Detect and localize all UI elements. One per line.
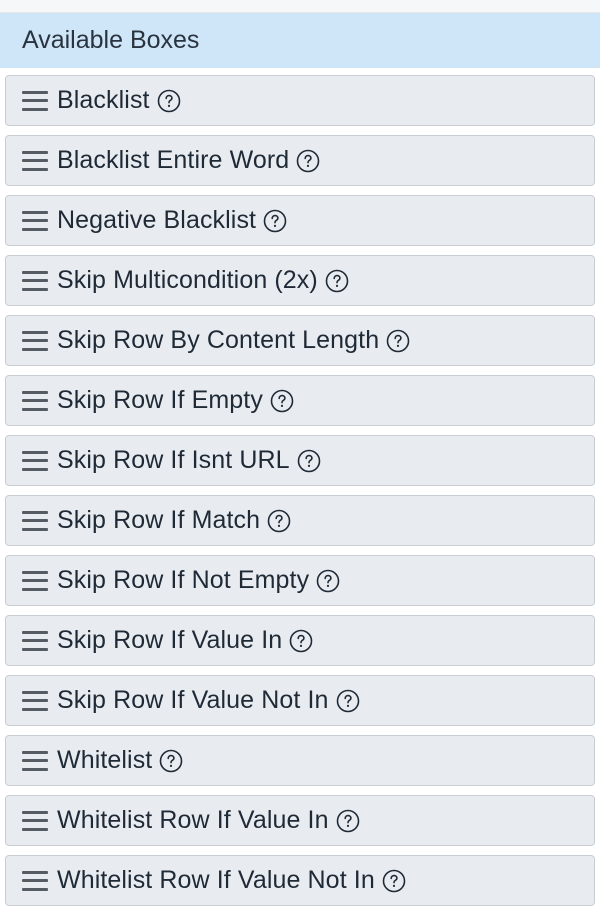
drag-handle-icon[interactable] [22,210,48,232]
help-icon[interactable] [386,329,410,353]
box-label: Skip Row By Content Length [57,326,380,354]
drag-handle-icon[interactable] [22,750,48,772]
box-item-10[interactable]: Skip Row If Value In [5,615,595,666]
drag-handle-icon[interactable] [22,450,48,472]
help-icon[interactable] [382,869,406,893]
box-item-6[interactable]: Skip Row If Empty [5,375,595,426]
drag-handle-icon[interactable] [22,630,48,652]
box-item-5[interactable]: Skip Row By Content Length [5,315,595,366]
box-label: Whitelist Row If Value Not In [57,866,375,894]
box-item-11[interactable]: Skip Row If Value Not In [5,675,595,726]
drag-handle-icon[interactable] [22,150,48,172]
box-label: Skip Row If Value In [57,626,283,654]
box-label: Negative Blacklist [57,206,257,234]
box-label: Blacklist Entire Word [57,146,290,174]
drag-handle-icon[interactable] [22,90,48,112]
help-icon[interactable] [267,509,291,533]
box-label: Skip Row If Not Empty [57,566,310,594]
box-item-1[interactable]: Blacklist [5,75,595,126]
box-item-7[interactable]: Skip Row If Isnt URL [5,435,595,486]
help-icon[interactable] [263,209,287,233]
box-item-14[interactable]: Whitelist Row If Value Not In [5,855,595,906]
box-list: Blacklist Blacklist Entire Word Negative… [0,68,600,906]
help-icon[interactable] [336,809,360,833]
box-label: Skip Row If Isnt URL [57,446,290,474]
panel-title: Available Boxes [0,13,600,68]
help-icon[interactable] [270,389,294,413]
drag-handle-icon[interactable] [22,810,48,832]
drag-handle-icon[interactable] [22,270,48,292]
help-icon[interactable] [316,569,340,593]
help-icon[interactable] [336,689,360,713]
help-icon[interactable] [296,149,320,173]
box-item-2[interactable]: Blacklist Entire Word [5,135,595,186]
help-icon[interactable] [289,629,313,653]
box-label: Whitelist Row If Value In [57,806,329,834]
box-label: Whitelist [57,746,153,774]
box-item-4[interactable]: Skip Multicondition (2x) [5,255,595,306]
box-item-13[interactable]: Whitelist Row If Value In [5,795,595,846]
drag-handle-icon[interactable] [22,510,48,532]
box-label: Skip Row If Empty [57,386,263,414]
box-label: Blacklist [57,86,150,114]
drag-handle-icon[interactable] [22,690,48,712]
drag-handle-icon[interactable] [22,390,48,412]
box-label: Skip Row If Match [57,506,261,534]
drag-handle-icon[interactable] [22,570,48,592]
help-icon[interactable] [157,89,181,113]
box-label: Skip Row If Value Not In [57,686,329,714]
box-item-8[interactable]: Skip Row If Match [5,495,595,546]
box-item-3[interactable]: Negative Blacklist [5,195,595,246]
top-strip [0,0,600,13]
help-icon[interactable] [297,449,321,473]
help-icon[interactable] [325,269,349,293]
help-icon[interactable] [159,749,183,773]
drag-handle-icon[interactable] [22,330,48,352]
box-item-12[interactable]: Whitelist [5,735,595,786]
drag-handle-icon[interactable] [22,870,48,892]
box-item-9[interactable]: Skip Row If Not Empty [5,555,595,606]
box-label: Skip Multicondition (2x) [57,266,318,294]
available-boxes-panel: Available Boxes Blacklist Blacklist Enti… [0,13,600,906]
